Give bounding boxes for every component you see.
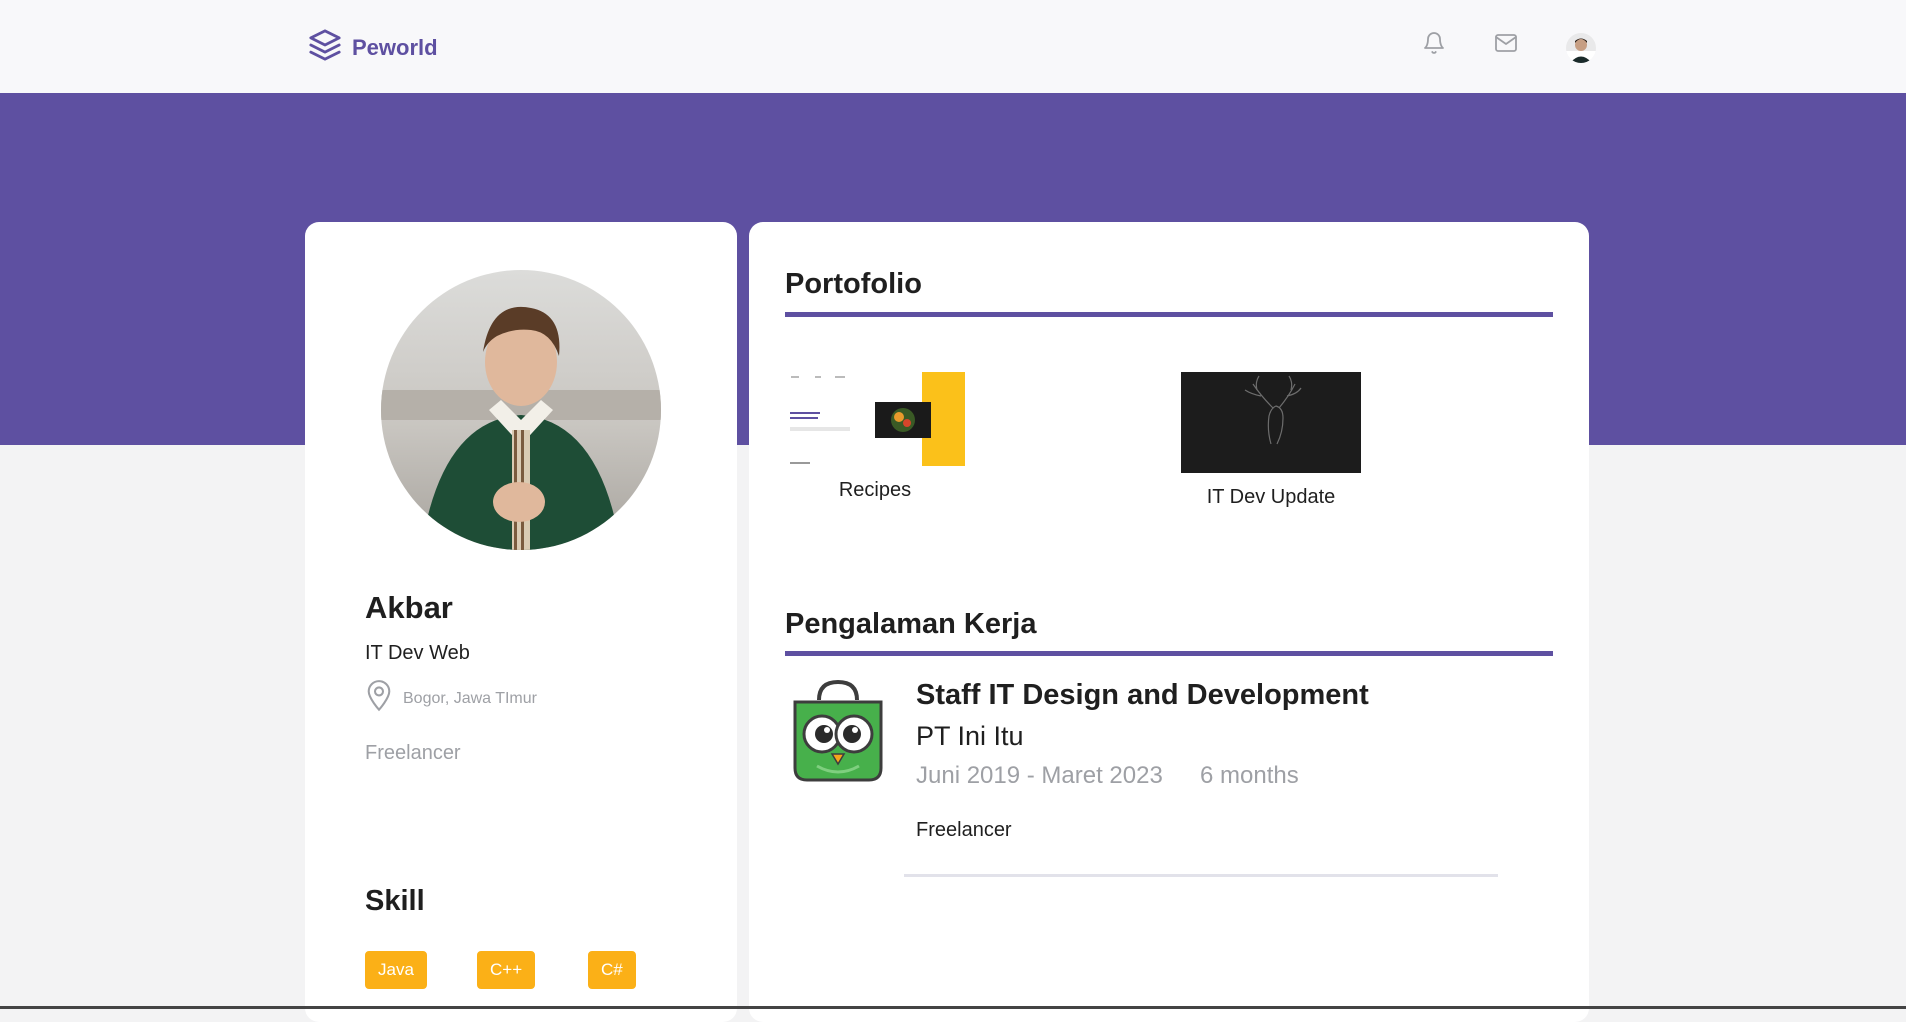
- messages-button[interactable]: [1491, 30, 1521, 60]
- company-logo-icon: [791, 679, 885, 784]
- layers-logo-icon: [308, 28, 342, 67]
- profile-job-type: Freelancer: [365, 742, 461, 764]
- brand-logo-link[interactable]: Peworld: [308, 28, 438, 67]
- profile-photo: [381, 270, 661, 550]
- mail-icon: [1493, 31, 1519, 60]
- top-navbar: Peworld: [0, 0, 1906, 93]
- profile-location-text: Bogor, Jawa TImur: [403, 689, 537, 707]
- map-pin-icon: [365, 680, 393, 717]
- skill-badge: C++: [477, 951, 536, 989]
- main-content-card: Portofolio Recipes IT Dev Update Pengala…: [749, 222, 1589, 1022]
- brand-name: Peworld: [352, 34, 438, 60]
- experience-company: PT Ini Itu: [916, 721, 1024, 751]
- experience-role: Staff IT Design and Development: [916, 679, 1369, 711]
- profile-card: Akbar IT Dev Web Bogor, Jawa TImur Freel…: [305, 222, 737, 1022]
- portfolio-item-recipes[interactable]: Recipes: [785, 372, 965, 502]
- skill-heading: Skill: [365, 885, 425, 917]
- skill-badge: Java: [365, 951, 427, 989]
- experience-heading: Pengalaman Kerja: [785, 608, 1037, 640]
- experience-duration: 6 months: [1200, 762, 1299, 789]
- portfolio-label: Recipes: [838, 479, 912, 501]
- experience-dates: Juni 2019 - Maret 2023: [916, 762, 1163, 789]
- experience-underline: [785, 651, 1553, 656]
- portfolio-thumbnail: [785, 372, 965, 471]
- user-avatar[interactable]: [1566, 33, 1596, 63]
- portfolio-item-it-dev-update[interactable]: IT Dev Update: [1181, 372, 1361, 509]
- profile-job-title: IT Dev Web: [365, 642, 470, 664]
- profile-name: Akbar: [365, 590, 453, 625]
- portfolio-label: IT Dev Update: [1206, 486, 1336, 508]
- experience-divider: [904, 874, 1498, 877]
- skill-badge: C#: [588, 951, 636, 989]
- notifications-button[interactable]: [1419, 30, 1449, 60]
- experience-description: Freelancer: [916, 819, 1012, 841]
- portfolio-heading: Portofolio: [785, 268, 922, 300]
- portfolio-thumbnail: [1181, 372, 1361, 478]
- profile-location: Bogor, Jawa TImur: [365, 680, 537, 717]
- bell-icon: [1422, 31, 1446, 60]
- portfolio-underline: [785, 312, 1553, 317]
